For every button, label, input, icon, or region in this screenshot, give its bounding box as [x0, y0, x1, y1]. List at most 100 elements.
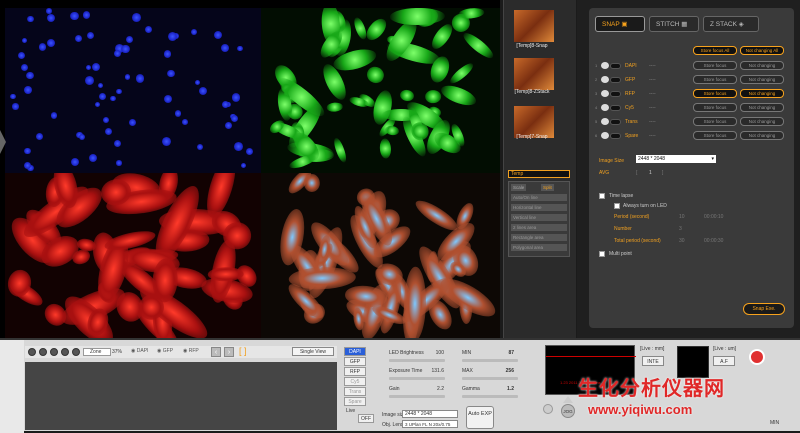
tab-zstack[interactable]: Z STACK ◈ [703, 16, 759, 32]
not-changing-all-button[interactable]: Not changing All [740, 46, 784, 55]
eye-icon[interactable] [601, 132, 609, 139]
thumbnail-1-label: [Temp]8-Snap [516, 43, 548, 49]
thumbnail-1[interactable] [514, 10, 554, 42]
jog-up-icon[interactable] [563, 396, 573, 403]
tool-auto-line[interactable]: Auto/On line [511, 194, 567, 201]
eye-rfp[interactable]: ◉ RFP [183, 348, 199, 354]
store-focus-button[interactable]: Store focus [693, 103, 737, 112]
zoom-fit-icon[interactable] [50, 348, 58, 356]
store-focus-button[interactable]: Store focus [693, 61, 737, 70]
tool-two-lines-area[interactable]: 2 lines area [511, 224, 567, 231]
zone-field[interactable]: Zone [83, 348, 111, 356]
thumbnail-2-label: [Temp]8-ZStack [514, 89, 550, 95]
channel-toggle[interactable] [610, 105, 621, 111]
channel-toggle[interactable] [610, 77, 621, 83]
number-value[interactable]: 3 [679, 226, 682, 232]
tool-vertical-line[interactable]: Vertical line [511, 214, 567, 221]
cell [129, 119, 136, 126]
always-led-checkbox[interactable] [614, 203, 620, 209]
image-size-bottom-select[interactable]: 2448 * 2048 [402, 410, 458, 418]
channel-row: 2 GFP ---- Store focus Not changing [595, 74, 790, 86]
live-off-button[interactable]: OFF [358, 414, 374, 423]
preview-area [25, 362, 337, 430]
tab-stitch[interactable]: STITCH ▦ [649, 16, 699, 32]
multi-point-checkbox[interactable] [599, 251, 605, 257]
channel-button-dapi[interactable]: DAPI [344, 347, 366, 356]
channel-toggle[interactable] [610, 63, 621, 69]
store-focus-button[interactable]: Store focus [693, 89, 737, 98]
zoom-region-icon[interactable] [72, 348, 80, 356]
tool-horizontal-line[interactable]: Horizontal line [511, 204, 567, 211]
image-viewer[interactable] [0, 0, 500, 338]
eye-icon[interactable] [601, 118, 609, 125]
max-slider[interactable] [462, 377, 518, 380]
zoom-actual-icon[interactable] [61, 348, 69, 356]
channel-toggle[interactable] [610, 91, 621, 97]
time-lapse-checkbox[interactable] [599, 193, 605, 199]
obj-lens-select[interactable]: 3 UPlan FL N 20x/0.75 [402, 420, 458, 428]
eye-dapi[interactable]: ◉ DAPI [131, 348, 148, 354]
auto-exposure-button[interactable]: Auto EXP [466, 406, 494, 429]
temp-name-field[interactable]: Temp [508, 170, 570, 178]
eye-gfp[interactable]: ◉ GFP [157, 348, 173, 354]
store-focus-button[interactable]: Store focus [693, 75, 737, 84]
scale-button[interactable]: Scale [511, 184, 527, 191]
not-changing-button[interactable]: Not changing [740, 117, 784, 126]
jog-left-icon[interactable] [543, 404, 553, 414]
not-changing-button[interactable]: Not changing [740, 75, 784, 84]
gfp-channel-image[interactable] [261, 8, 500, 173]
dapi-channel-image[interactable] [5, 8, 261, 173]
store-focus-button[interactable]: Store focus [693, 131, 737, 140]
channel-button-gfp[interactable]: GFP [344, 357, 366, 366]
not-changing-button[interactable]: Not changing [740, 89, 784, 98]
cell [124, 74, 131, 80]
eye-icon[interactable] [601, 76, 609, 83]
store-focus-all-button[interactable]: Store focus All [693, 46, 737, 55]
avg-value[interactable]: 1 [649, 170, 652, 176]
channel-number: 4 [595, 105, 598, 110]
af-button[interactable]: A.F [713, 356, 735, 366]
gain-slider[interactable] [389, 395, 445, 398]
rfp-channel-image[interactable] [5, 173, 261, 338]
tool-polygonal-area[interactable]: Polygonal area [511, 244, 567, 251]
gamma-slider[interactable] [462, 395, 518, 398]
split-button[interactable]: Split [541, 184, 554, 191]
zoom-in-icon[interactable] [28, 348, 36, 356]
exposure-slider[interactable] [389, 377, 445, 380]
channel-button-spare[interactable]: Spare [344, 397, 366, 406]
next-button[interactable]: › [224, 347, 234, 357]
channel-button-rfp[interactable]: RFP [344, 367, 366, 376]
eye-icon[interactable] [601, 104, 609, 111]
zoom-out-icon[interactable] [39, 348, 47, 356]
total-period-value: 30 [679, 238, 685, 244]
tab-snap[interactable]: SNAP ▣ [595, 16, 645, 32]
cell [88, 154, 97, 163]
jog-center-button[interactable]: JOG [561, 404, 575, 418]
min-slider[interactable] [462, 359, 518, 362]
period-value[interactable]: 10 [679, 214, 685, 220]
merged-channel-image[interactable] [261, 173, 500, 338]
histogram-marker [546, 356, 636, 357]
eye-icon[interactable] [601, 62, 609, 69]
tool-rectangle-area[interactable]: Rectangle area [511, 234, 567, 241]
prev-button[interactable]: ‹ [211, 347, 221, 357]
snap-execute-button[interactable]: Snap Exe. [743, 303, 785, 315]
thumbnail-2[interactable] [514, 58, 554, 90]
tab-stitch-label: STITCH [656, 21, 680, 28]
store-focus-button[interactable]: Store focus [693, 117, 737, 126]
channel-toggle[interactable] [610, 119, 621, 125]
channel-button-trans[interactable]: Trans [344, 387, 366, 396]
led-brightness-slider[interactable] [389, 359, 445, 362]
not-changing-button[interactable]: Not changing [740, 61, 784, 70]
cell [378, 138, 392, 160]
channel-row: 6 Spare ---- Store focus Not changing [595, 130, 790, 142]
inte-button[interactable]: INTE [642, 356, 664, 366]
not-changing-button[interactable]: Not changing [740, 131, 784, 140]
channel-button-cy5[interactable]: Cy5 [344, 377, 366, 386]
eye-icon[interactable] [601, 90, 609, 97]
image-size-select[interactable]: 2448 * 2048 ▾ [636, 155, 716, 163]
record-button[interactable] [749, 349, 765, 365]
not-changing-button[interactable]: Not changing [740, 103, 784, 112]
channel-toggle[interactable] [610, 133, 621, 139]
single-view-button[interactable]: Single View [292, 347, 334, 356]
